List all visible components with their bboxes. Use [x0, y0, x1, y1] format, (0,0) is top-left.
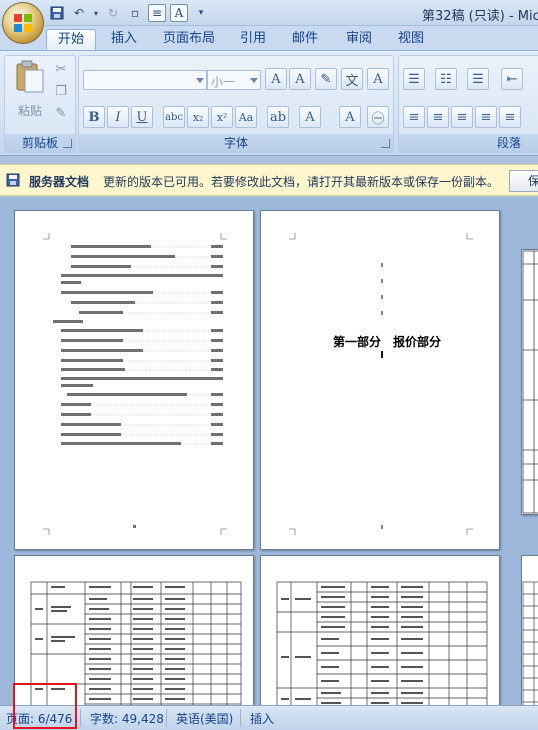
status-divider [80, 709, 81, 727]
font-size-combo[interactable]: 小一 [207, 70, 261, 90]
multilevel-list-button[interactable]: ☰ [467, 68, 489, 90]
message-bar-title: 服务器文档 [29, 175, 90, 189]
tab-references[interactable]: 引用 [232, 29, 274, 50]
page-toc[interactable] [14, 210, 254, 550]
toc-content [43, 233, 227, 535]
server-document-icon [6, 173, 20, 187]
redo-icon[interactable]: ↻ [104, 4, 122, 22]
font-icon[interactable]: A [170, 4, 188, 22]
save-copy-button[interactable]: 保 [509, 170, 538, 192]
paste-button[interactable]: 粘贴 [18, 102, 42, 119]
status-divider [166, 709, 167, 727]
enclose-characters-button[interactable]: ㊀ [367, 106, 389, 128]
ribbon: 粘贴 ✂ ❐ ✎ 剪贴板 小一 A A ✎ 文 A B I U abc x₂ x… [0, 50, 538, 156]
font-name-dropdown-icon [196, 78, 204, 83]
justify-button[interactable]: ≡ [475, 106, 497, 128]
message-bar-text: 更新的版本已可用。若要修改此文档，请打开其最新版本或保存一份副本。 [103, 175, 500, 189]
ribbon-tabs: 开始 插入 页面布局 引用 邮件 审阅 视图 [0, 26, 538, 50]
cut-icon[interactable]: ✂ [53, 62, 69, 78]
undo-dropdown-icon[interactable]: ▾ [92, 4, 100, 22]
paragraph-group: ☰ ☷ ☰ ⇤ ≡ ≡ ≡ ≡ ≡ 段落 [398, 55, 538, 153]
align-center-button[interactable]: ≡ [427, 106, 449, 128]
font-group-label: 字体 [79, 134, 393, 152]
font-dialog-launcher-icon[interactable] [381, 139, 390, 148]
page-part-one[interactable]: 第一部分 报价部分 [260, 210, 500, 550]
undo-icon[interactable]: ↶ [70, 4, 88, 22]
print-icon[interactable]: ▫ [126, 4, 144, 22]
document-area[interactable]: 第一部分 报价部分 [0, 197, 538, 705]
price-table-middle [276, 581, 488, 705]
font-name-combo[interactable] [83, 70, 207, 90]
tab-page-layout[interactable]: 页面布局 [156, 29, 222, 50]
shrink-font-button[interactable]: A [289, 68, 311, 90]
underline-button[interactable]: U [131, 106, 153, 128]
page-table-middle[interactable] [260, 555, 500, 705]
italic-button[interactable]: I [107, 106, 129, 128]
word-count[interactable]: 字数: 49,428 [90, 710, 164, 727]
page-table-right-top[interactable] [521, 249, 538, 515]
paste-icon[interactable] [15, 60, 45, 96]
align-right-button[interactable]: ≡ [451, 106, 473, 128]
quick-access-toolbar: ↶ ▾ ↻ ▫ ≡ A ▾ [48, 3, 210, 23]
status-bar: 页面: 6/476 字数: 49,428 英语(美国) 插入 [0, 705, 538, 730]
clipboard-dialog-launcher-icon[interactable] [63, 139, 72, 148]
office-button[interactable] [2, 2, 44, 44]
title-bar: ↶ ▾ ↻ ▫ ≡ A ▾ 第32稿 (只读) - Micro [0, 0, 538, 26]
superscript-button[interactable]: x² [211, 106, 233, 128]
clipboard-group: 粘贴 ✂ ❐ ✎ 剪贴板 [4, 55, 76, 153]
status-divider [240, 709, 241, 727]
highlight-color-button[interactable]: ab [267, 106, 289, 128]
annotation-highlight-box [13, 683, 77, 729]
part-title: 第一部分 报价部分 [333, 335, 442, 349]
decrease-indent-button[interactable]: ⇤ [501, 68, 523, 90]
clear-formatting-button[interactable]: ✎ [315, 68, 337, 90]
message-bar: 服务器文档 更新的版本已可用。若要修改此文档，请打开其最新版本或保存一份副本。 … [0, 164, 538, 196]
character-shading-button[interactable]: A [339, 106, 361, 128]
page-table-right-bottom[interactable] [521, 555, 538, 705]
window-title: 第32稿 (只读) - Micro [422, 9, 538, 24]
font-group: 小一 A A ✎ 文 A B I U abc x₂ x² Aa ab A A ㊀… [78, 55, 394, 153]
font-size-dropdown-icon [250, 78, 258, 83]
copy-icon[interactable]: ❐ [53, 84, 69, 100]
bold-button[interactable]: B [83, 106, 105, 128]
phonetic-guide-button[interactable]: 文 [341, 68, 363, 90]
table-grid-right [522, 581, 538, 705]
subscript-button[interactable]: x₂ [187, 106, 209, 128]
table-grid [522, 250, 538, 514]
strikethrough-button[interactable]: abc [163, 106, 185, 128]
customize-toolbar-icon[interactable]: ▾ [192, 4, 210, 22]
bullets-button[interactable]: ☰ [403, 68, 425, 90]
insert-mode-indicator[interactable]: 插入 [250, 710, 274, 727]
tab-review[interactable]: 审阅 [338, 29, 380, 50]
save-icon[interactable] [48, 4, 66, 22]
align-left-button[interactable]: ≡ [403, 106, 425, 128]
font-color-button[interactable]: A [299, 106, 321, 128]
office-logo-icon [14, 14, 32, 32]
distributed-button[interactable]: ≡ [499, 106, 521, 128]
align-icon[interactable]: ≡ [148, 4, 166, 22]
tab-view[interactable]: 视图 [390, 29, 432, 50]
language-indicator[interactable]: 英语(美国) [176, 710, 233, 727]
change-case-button[interactable]: Aa [235, 106, 257, 128]
grow-font-button[interactable]: A [265, 68, 287, 90]
page-corner-marks [289, 233, 473, 535]
character-border-button[interactable]: A [367, 68, 389, 90]
tab-home[interactable]: 开始 [46, 29, 96, 50]
paragraph-group-label: 段落 [399, 134, 538, 152]
tab-insert[interactable]: 插入 [104, 29, 144, 50]
format-painter-icon[interactable]: ✎ [53, 106, 69, 122]
tab-mailings[interactable]: 邮件 [284, 29, 326, 50]
numbering-button[interactable]: ☷ [435, 68, 457, 90]
